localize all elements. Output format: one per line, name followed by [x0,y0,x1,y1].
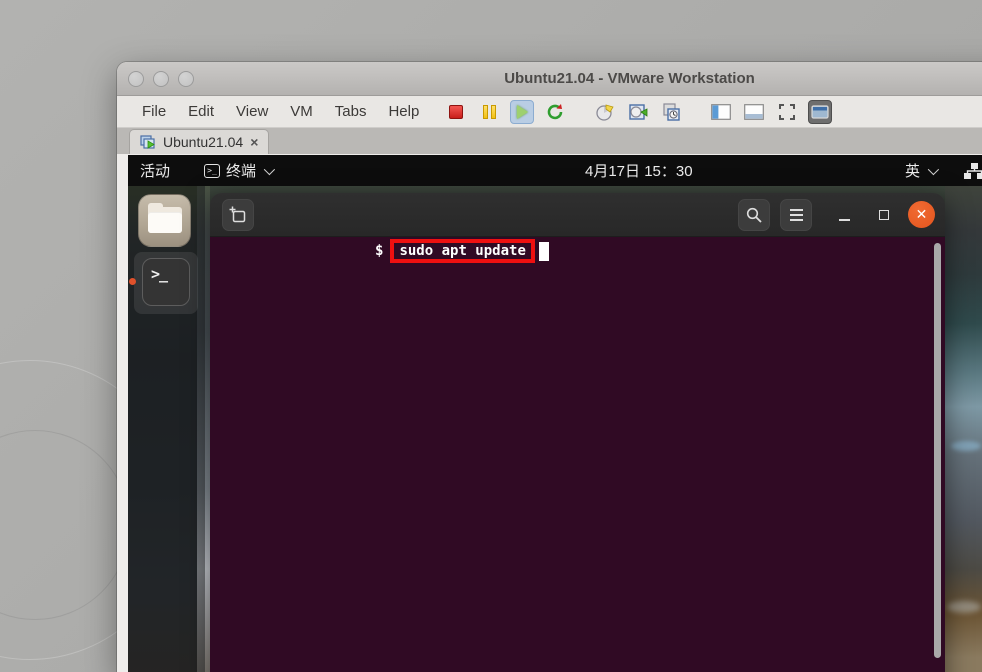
play-icon[interactable] [510,100,534,124]
minimize-icon [839,219,850,221]
menu-button[interactable] [780,199,812,231]
input-method-label: 英 [905,160,920,181]
vmware-titlebar[interactable]: Ubuntu21.04 - VMware Workstation [117,62,982,96]
new-tab-icon [228,205,248,225]
vm-display: 活动 >_ 终端 4月17日 15：30 英 [128,155,982,672]
activities-label: 活动 [140,160,170,181]
maximize-button[interactable] [868,199,900,231]
tab-close-icon[interactable]: × [250,135,258,149]
fullscreen-icon[interactable] [775,100,799,124]
ubuntu-desktop: >_ [128,186,982,672]
thumbnail-bar-icon[interactable] [742,100,766,124]
console-view-icon[interactable] [808,100,832,124]
menu-vm[interactable]: VM [279,103,324,120]
window-controls [128,71,194,87]
zoom-window-button[interactable] [178,71,194,87]
gnome-terminal-window: ✕ $ sudo apt update [210,193,945,672]
tab-ubuntu2104[interactable]: Ubuntu21.04 × [129,129,269,154]
snapshot-manager-icon[interactable] [659,100,683,124]
take-snapshot-icon[interactable] [593,100,617,124]
app-menu-label: 终端 [226,160,256,181]
menu-tabs[interactable]: Tabs [324,103,378,120]
terminal-scrollbar[interactable] [934,243,941,658]
vmware-workstation-window: Ubuntu21.04 - VMware Workstation File Ed… [117,62,982,672]
pause-icon[interactable] [477,100,501,124]
vmware-tabbar: Ubuntu21.04 × [117,128,982,154]
close-icon: ✕ [916,208,928,222]
close-window-button[interactable] [128,71,144,87]
menu-edit[interactable]: Edit [177,103,225,120]
tab-label: Ubuntu21.04 [163,134,243,150]
terminal-cursor [539,242,549,261]
running-indicator [129,278,136,285]
new-tab-button[interactable] [222,199,254,231]
minimize-window-button[interactable] [153,71,169,87]
host-desktop: { "vmware": { "title": "Ubuntu21.04 - VM… [0,0,982,672]
dock-item-terminal[interactable]: >_ [134,252,198,314]
close-button[interactable]: ✕ [908,201,935,228]
wallpaper-hippo [945,186,982,672]
chevron-down-icon [928,163,939,174]
chevron-down-icon [264,163,275,174]
revert-snapshot-icon[interactable] [626,100,650,124]
window-title: Ubuntu21.04 - VMware Workstation [117,70,982,87]
power-off-icon[interactable] [444,100,468,124]
menu-help[interactable]: Help [377,103,430,120]
hamburger-icon [790,209,803,221]
library-panel-icon[interactable] [709,100,733,124]
gnome-topbar: 活动 >_ 终端 4月17日 15：30 英 [128,155,982,186]
vm-tab-icon [140,135,156,150]
menu-view[interactable]: View [225,103,279,120]
maximize-icon [879,210,889,220]
shell-prompt: $ [375,243,383,259]
vmware-menubar: File Edit View VM Tabs Help [117,96,982,128]
terminal-body[interactable]: $ sudo apt update [210,237,945,672]
minimize-button[interactable] [828,199,860,231]
network-icon [963,162,982,180]
terminal-headerbar[interactable]: ✕ [210,193,945,237]
dock: >_ [128,186,205,672]
files-icon [138,194,191,247]
reset-icon[interactable] [543,100,567,124]
network-status-button[interactable] [963,155,982,186]
dock-item-files[interactable] [134,190,198,252]
terminal-app-icon: >_ [204,164,220,178]
terminal-icon: >_ [142,258,190,306]
search-button[interactable] [738,199,770,231]
menu-file[interactable]: File [131,103,177,120]
clock-label: 4月17日 15：30 [585,160,693,181]
clock-button[interactable]: 4月17日 15：30 [585,155,693,186]
highlighted-command: sudo apt update [390,239,534,263]
input-method-button[interactable]: 英 [905,155,936,186]
activities-button[interactable]: 活动 [140,155,170,186]
vmware-toolbar [444,100,832,124]
app-menu-button[interactable]: >_ 终端 [204,155,272,186]
search-icon [745,206,763,224]
terminal-command-line: $ sudo apt update [210,239,549,263]
